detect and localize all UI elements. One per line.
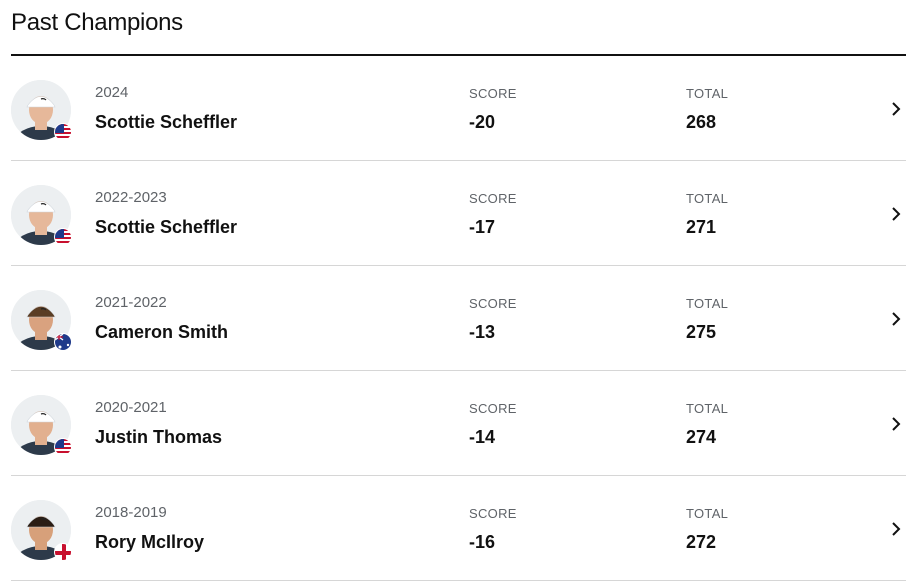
score-label: SCORE [469,506,517,521]
total-label: TOTAL [686,506,729,521]
score-label: SCORE [469,296,517,311]
champion-row-3[interactable]: 2020-2021 Justin Thomas SCORE -14 TOTAL … [11,371,906,476]
champions-list: 2024 Scottie Scheffler SCORE -20 TOTAL 2… [11,56,906,581]
player-avatar [11,80,72,141]
total-label: TOTAL [686,191,729,206]
champion-row-1[interactable]: 2022-2023 Scottie Scheffler SCORE -17 TO… [11,161,906,266]
total-label: TOTAL [686,296,729,311]
champion-year: 2020-2021 [95,399,167,416]
champion-name[interactable]: Cameron Smith [95,322,228,343]
chevron-right-icon[interactable] [888,311,904,327]
score-label: SCORE [469,401,517,416]
total-value: 271 [686,217,717,237]
champion-year: 2021-2022 [95,294,167,311]
total-value: 272 [686,532,717,552]
champion-year: 2024 [95,84,129,101]
player-avatar [11,395,72,456]
score-value: -13 [469,322,496,342]
champion-name[interactable]: Justin Thomas [95,427,222,448]
score-value: -17 [469,217,496,237]
section-title: Past Champions [11,9,183,36]
score-value: -16 [469,532,496,552]
player-avatar [11,500,72,561]
champion-name[interactable]: Rory McIlroy [95,532,204,553]
champion-row-2[interactable]: 2021-2022 Cameron Smith SCORE -13 TOTAL … [11,266,906,371]
total-label: TOTAL [686,86,729,101]
total-value: 274 [686,427,717,447]
champion-year: 2018-2019 [95,504,167,521]
usa-flag-icon [54,228,72,246]
australia-flag-icon [54,333,72,351]
chevron-right-icon[interactable] [888,101,904,117]
score-value: -20 [469,112,496,132]
score-label: SCORE [469,86,517,101]
northern-ireland-flag-icon [54,543,72,561]
past-champions-section: Past Champions 2024 Scottie Scheffler SC… [0,0,914,582]
chevron-right-icon[interactable] [888,416,904,432]
champion-name[interactable]: Scottie Scheffler [95,112,237,133]
champion-row-4[interactable]: 2018-2019 Rory McIlroy SCORE -16 TOTAL 2… [11,476,906,581]
player-avatar [11,290,72,351]
player-avatar [11,185,72,246]
champion-name[interactable]: Scottie Scheffler [95,217,237,238]
score-label: SCORE [469,191,517,206]
total-label: TOTAL [686,401,729,416]
champion-row-0[interactable]: 2024 Scottie Scheffler SCORE -20 TOTAL 2… [11,56,906,161]
champion-year: 2022-2023 [95,189,167,206]
score-value: -14 [469,427,496,447]
chevron-right-icon[interactable] [888,521,904,537]
total-value: 268 [686,112,717,132]
chevron-right-icon[interactable] [888,206,904,222]
usa-flag-icon [54,123,72,141]
usa-flag-icon [54,438,72,456]
total-value: 275 [686,322,717,342]
